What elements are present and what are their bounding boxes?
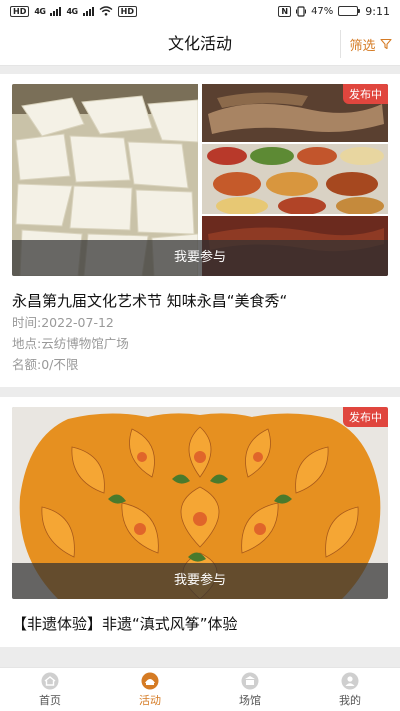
signal2-label: 4G <box>66 6 78 16</box>
join-button[interactable]: 我要参与 <box>12 240 388 276</box>
status-badge: 发布中 <box>343 84 388 104</box>
status-badge: 发布中 <box>343 407 388 427</box>
activity-quota: 名额:0/不限 <box>12 357 79 372</box>
activity-location: 地点:云纺博物馆广场 <box>12 336 129 351</box>
battery-percent: 47% <box>311 5 334 17</box>
tab-label: 我的 <box>339 693 361 707</box>
tab-label: 活动 <box>139 693 161 707</box>
status-bar-right: N 47% 9:11 <box>278 5 390 18</box>
filter-label: 筛选 <box>349 38 376 54</box>
sim1-indicator: HD <box>10 5 30 17</box>
header: 文化活动 筛选 <box>0 22 400 66</box>
tab-profile[interactable]: 我的 <box>300 668 400 711</box>
join-button[interactable]: 我要参与 <box>12 563 388 599</box>
activity-time: 时间:2022-07-12 <box>12 315 114 330</box>
activity-feed[interactable]: 发布中 我要参与 永昌第九届文化艺术节 知味永昌“美食秀“ 时间:2022-07… <box>0 74 400 667</box>
profile-icon <box>341 672 359 689</box>
tab-activity[interactable]: 活动 <box>100 668 200 711</box>
signal1-bars-icon <box>50 6 62 16</box>
status-bar: HD 4G 4G HD N 47% 9:11 <box>0 0 400 22</box>
filter-button[interactable]: 筛选 <box>340 30 400 58</box>
activity-card[interactable]: 发布中 我要参与 永昌第九届文化艺术节 知味永昌“美食秀“ 时间:2022-07… <box>0 74 400 387</box>
wifi-icon <box>99 6 113 16</box>
sim2-indicator: HD <box>117 5 137 17</box>
bottom-tab-bar: 首页 活动 场馆 我的 <box>0 667 400 711</box>
tab-label: 首页 <box>39 693 61 707</box>
activity-title[interactable]: 永昌第九届文化艺术节 知味永昌“美食秀“ <box>12 290 388 312</box>
activity-icon <box>141 672 159 689</box>
signal2-bars-icon <box>82 6 94 16</box>
activity-image[interactable]: 发布中 我要参与 <box>12 84 388 276</box>
tab-label: 场馆 <box>239 693 261 707</box>
activity-card[interactable]: 发布中 我要参与 【非遗体验】非遗“滇式风筝”体验 <box>0 397 400 647</box>
battery-icon <box>338 6 361 16</box>
clock: 9:11 <box>365 4 390 18</box>
signal1-label: 4G <box>34 6 46 16</box>
home-icon <box>41 672 59 689</box>
tab-home[interactable]: 首页 <box>0 668 100 711</box>
nfc-icon: N <box>278 5 292 17</box>
venue-icon <box>241 672 259 689</box>
activity-title[interactable]: 【非遗体验】非遗“滇式风筝”体验 <box>12 613 388 635</box>
tab-venue[interactable]: 场馆 <box>200 668 300 711</box>
vibrate-icon <box>296 5 307 17</box>
status-bar-left: HD 4G 4G HD <box>10 5 137 17</box>
funnel-icon <box>379 38 392 50</box>
activity-image[interactable]: 发布中 我要参与 <box>12 407 388 599</box>
